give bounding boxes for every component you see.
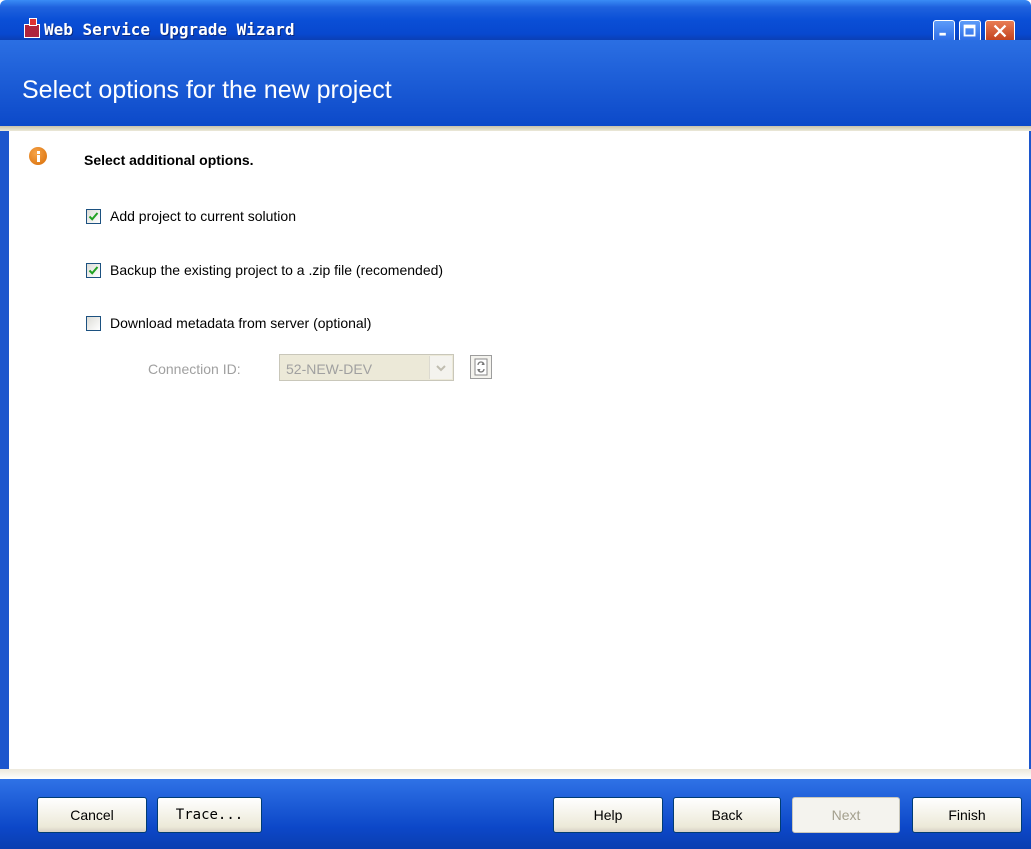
info-icon (29, 147, 47, 165)
finish-button[interactable]: Finish (912, 797, 1022, 833)
chevron-down-icon (436, 365, 446, 372)
maximize-icon (963, 24, 976, 37)
window-title: Web Service Upgrade Wizard (44, 20, 295, 39)
connection-id-label: Connection ID: (148, 361, 241, 377)
connection-id-value: 52-NEW-DEV (286, 361, 373, 377)
dropdown-arrow[interactable] (429, 356, 452, 379)
next-button[interactable]: Next (792, 797, 900, 833)
refresh-icon (474, 358, 488, 376)
backup-zip-label[interactable]: Backup the existing project to a .zip fi… (110, 262, 443, 278)
back-button[interactable]: Back (673, 797, 781, 833)
download-metadata-label[interactable]: Download metadata from server (optional) (110, 315, 371, 331)
add-to-solution-label[interactable]: Add project to current solution (110, 208, 296, 224)
minimize-icon (939, 32, 946, 36)
refresh-connection-button[interactable] (470, 355, 492, 379)
options-heading: Select additional options. (84, 152, 254, 168)
connection-id-select[interactable]: 52-NEW-DEV (279, 354, 454, 381)
cancel-button[interactable]: Cancel (37, 797, 147, 833)
option-download-metadata[interactable]: Download metadata from server (optional) (86, 314, 371, 332)
backup-zip-checkbox[interactable] (86, 262, 101, 278)
app-icon (24, 18, 40, 38)
maximize-button[interactable] (959, 20, 981, 42)
help-button[interactable]: Help (553, 797, 663, 833)
checkmark-icon (88, 265, 99, 275)
title-bar[interactable]: Web Service Upgrade Wizard (0, 0, 1031, 42)
add-to-solution-checkbox[interactable] (86, 208, 101, 224)
minimize-button[interactable] (933, 20, 955, 42)
close-button[interactable] (985, 20, 1015, 42)
window-frame-left (0, 131, 9, 769)
close-icon (993, 24, 1007, 38)
header-divider (0, 126, 1031, 131)
page-title: Select options for the new project (22, 76, 392, 104)
trace-button[interactable]: Trace... (157, 797, 262, 833)
option-backup-zip[interactable]: Backup the existing project to a .zip fi… (86, 261, 443, 279)
wizard-window: Web Service Upgrade Wizard Select option… (0, 0, 1031, 849)
wizard-header: Select options for the new project (0, 40, 1031, 126)
checkmark-icon (88, 211, 99, 221)
footer-divider (0, 769, 1031, 779)
option-add-to-solution[interactable]: Add project to current solution (86, 207, 296, 225)
download-metadata-checkbox[interactable] (86, 315, 101, 331)
